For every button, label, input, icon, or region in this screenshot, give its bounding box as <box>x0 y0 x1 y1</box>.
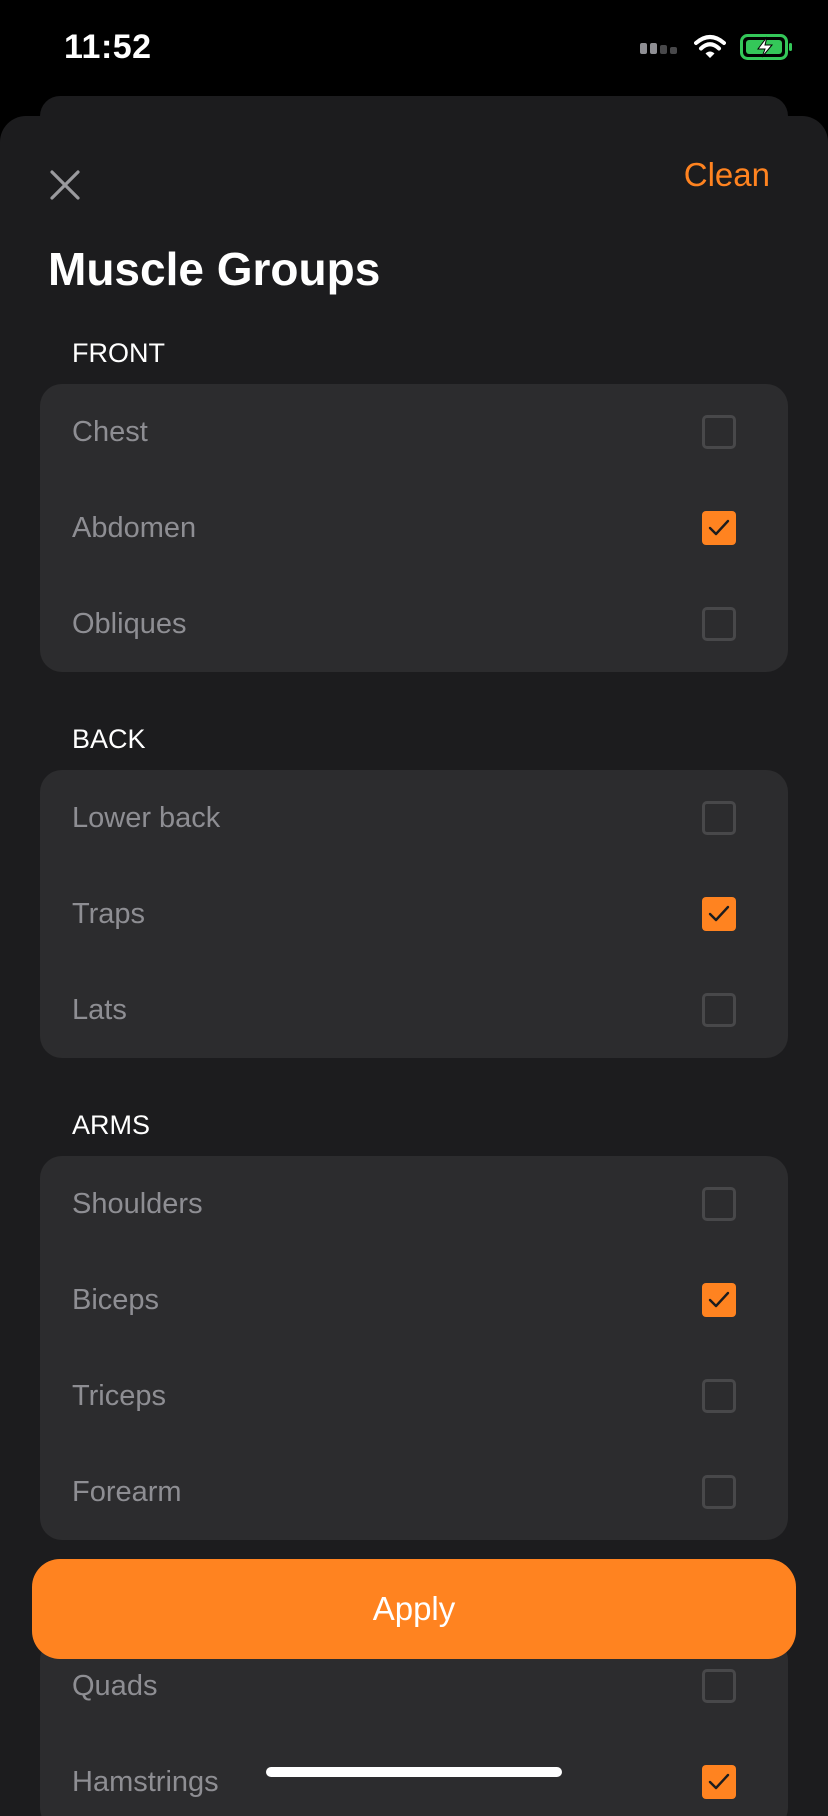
cellular-signal-icon <box>640 40 680 59</box>
clean-button[interactable]: Clean <box>684 156 770 194</box>
list-item-chest[interactable]: Chest <box>40 384 788 480</box>
section-label-front: FRONT <box>72 338 165 368</box>
list-item-lats[interactable]: Lats <box>40 962 788 1058</box>
section-front: FRONT Chest Abdomen Obliques <box>40 332 788 672</box>
status-bar: 11:52 <box>0 0 828 96</box>
checkbox[interactable] <box>702 1379 736 1413</box>
section-back: BACK Lower back Traps Lats <box>40 718 788 1058</box>
item-label: Chest <box>72 415 148 448</box>
group-card-front: Chest Abdomen Obliques <box>40 384 788 672</box>
checkbox[interactable] <box>702 1187 736 1221</box>
item-label: Triceps <box>72 1379 166 1412</box>
checkbox[interactable] <box>702 801 736 835</box>
wifi-icon <box>694 34 726 65</box>
checkbox[interactable] <box>702 415 736 449</box>
checkbox[interactable] <box>702 1475 736 1509</box>
item-label: Quads <box>72 1669 158 1702</box>
group-card-arms: Shoulders Biceps Triceps Forearm <box>40 1156 788 1540</box>
checkbox[interactable] <box>702 1669 736 1703</box>
item-label: Lower back <box>72 801 221 834</box>
item-label: Obliques <box>72 607 187 640</box>
list-item-biceps[interactable]: Biceps <box>40 1252 788 1348</box>
page-title: Muscle Groups <box>48 243 381 295</box>
item-label: Lats <box>72 993 127 1026</box>
home-indicator <box>266 1767 562 1777</box>
list-item-obliques[interactable]: Obliques <box>40 576 788 672</box>
item-label: Traps <box>72 897 146 930</box>
list-item-abdomen[interactable]: Abdomen <box>40 480 788 576</box>
battery-charging-icon <box>740 33 794 65</box>
group-card-back: Lower back Traps Lats <box>40 770 788 1058</box>
checkbox[interactable] <box>702 897 736 931</box>
item-label: Hamstrings <box>72 1765 219 1798</box>
checkbox[interactable] <box>702 1765 736 1799</box>
status-time: 11:52 <box>64 28 152 66</box>
checkmark-icon <box>708 1773 730 1790</box>
list-item-triceps[interactable]: Triceps <box>40 1348 788 1444</box>
checkmark-icon <box>708 1291 730 1308</box>
checkbox[interactable] <box>702 1283 736 1317</box>
item-label: Shoulders <box>72 1187 203 1220</box>
checkmark-icon <box>708 519 730 536</box>
list-item-lower-back[interactable]: Lower back <box>40 770 788 866</box>
section-arms: ARMS Shoulders Biceps Triceps Forearm <box>40 1104 788 1540</box>
section-label-arms: ARMS <box>72 1110 151 1140</box>
checkbox[interactable] <box>702 993 736 1027</box>
checkbox[interactable] <box>702 511 736 545</box>
item-label: Biceps <box>72 1283 160 1316</box>
item-label: Forearm <box>72 1475 182 1508</box>
list-item-shoulders[interactable]: Shoulders <box>40 1156 788 1252</box>
apply-button[interactable]: Apply <box>32 1559 796 1659</box>
group-card-legs: Quads Hamstrings <box>40 1638 788 1816</box>
close-button[interactable] <box>38 158 92 212</box>
list-item-forearm[interactable]: Forearm <box>40 1444 788 1540</box>
section-label-back: BACK <box>72 724 146 754</box>
status-icons <box>640 33 794 65</box>
list-item-traps[interactable]: Traps <box>40 866 788 962</box>
checkmark-icon <box>708 905 730 922</box>
item-label: Abdomen <box>72 511 197 544</box>
close-icon <box>50 170 80 200</box>
checkbox[interactable] <box>702 607 736 641</box>
